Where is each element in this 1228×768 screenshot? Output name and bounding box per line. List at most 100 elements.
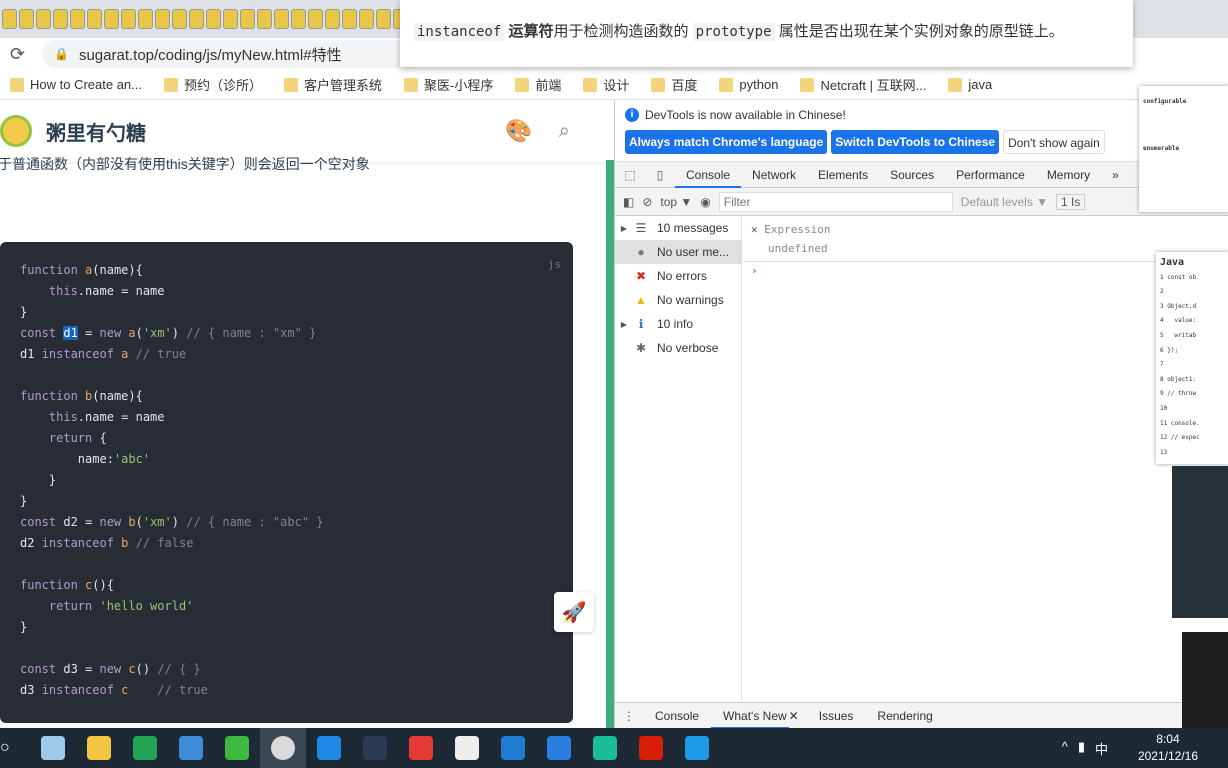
bookmarks-bar: How to Create an... 预约（诊所） 客户管理系统 聚医-小程序 前端 设… bbox=[0, 70, 1228, 100]
taskbar-app-icon[interactable] bbox=[444, 728, 490, 768]
tab-console[interactable]: Console bbox=[675, 162, 742, 188]
bookmark-item[interactable]: 设计 bbox=[583, 75, 629, 94]
tab-performance[interactable]: Performance bbox=[945, 162, 1036, 188]
page-scrollbar[interactable] bbox=[606, 160, 614, 728]
browser-tab[interactable] bbox=[342, 9, 357, 29]
console-sidebar-item[interactable]: ✖ No errors bbox=[615, 264, 741, 288]
reload-icon[interactable]: ⟳ bbox=[10, 44, 30, 65]
browser-tab[interactable] bbox=[36, 9, 51, 29]
taskbar-app-icon[interactable] bbox=[76, 728, 122, 768]
console-sidebar-item[interactable]: ▶ ☰ 10 messages bbox=[615, 216, 741, 240]
taskbar-app-icon[interactable] bbox=[214, 728, 260, 768]
drawer-tab-issues[interactable]: Issues bbox=[807, 703, 866, 729]
browser-tab[interactable] bbox=[189, 9, 204, 29]
bookmark-item[interactable]: java bbox=[948, 77, 992, 92]
taskbar-app-icon[interactable] bbox=[30, 728, 76, 768]
always-match-language-button[interactable]: Always match Chrome's language bbox=[625, 130, 828, 154]
close-icon[interactable]: ✕ bbox=[751, 223, 764, 236]
clock[interactable]: 8:04 2021/12/16 bbox=[1138, 731, 1198, 765]
tab-sources[interactable]: Sources bbox=[879, 162, 945, 188]
log-levels-dropdown[interactable]: Default levels ▼ bbox=[961, 195, 1048, 209]
palette-icon[interactable]: 🎨 bbox=[505, 118, 532, 144]
chevron-up-icon[interactable]: ^ bbox=[1062, 739, 1068, 758]
sidebar-toggle-icon[interactable]: ◧ bbox=[623, 195, 634, 209]
browser-tab[interactable] bbox=[138, 9, 153, 29]
taskbar-app-icon[interactable] bbox=[260, 728, 306, 768]
taskbar-app-icon[interactable] bbox=[536, 728, 582, 768]
browser-tab[interactable] bbox=[155, 9, 170, 29]
site-logo[interactable] bbox=[0, 115, 32, 147]
clear-console-icon[interactable]: ⊘ bbox=[642, 195, 652, 209]
network-icon[interactable]: ▮ bbox=[1078, 739, 1085, 758]
browser-tab[interactable] bbox=[359, 9, 374, 29]
eye-icon[interactable]: ◉ bbox=[700, 195, 710, 209]
browser-tab[interactable] bbox=[308, 9, 323, 29]
tab-memory[interactable]: Memory bbox=[1036, 162, 1101, 188]
taskbar-app-icon[interactable] bbox=[306, 728, 352, 768]
browser-tab[interactable] bbox=[53, 9, 68, 29]
code-token: b bbox=[128, 515, 136, 529]
taskbar-app-icon[interactable] bbox=[628, 728, 674, 768]
dont-show-again-button[interactable]: Don't show again bbox=[1003, 130, 1105, 154]
taskbar-app-icon[interactable] bbox=[122, 728, 168, 768]
console-sidebar-item[interactable]: ✱ No verbose bbox=[615, 336, 741, 360]
drawer-tab-rendering[interactable]: Rendering bbox=[865, 703, 944, 729]
more-tabs-button[interactable]: » bbox=[1101, 162, 1130, 188]
close-tab-icon[interactable]: ✕ bbox=[789, 709, 807, 723]
browser-tab[interactable] bbox=[376, 9, 391, 29]
browser-tab[interactable] bbox=[206, 9, 221, 29]
taskbar-app-icon[interactable] bbox=[582, 728, 628, 768]
context-selector[interactable]: top ▼ bbox=[660, 195, 692, 209]
inspect-element-icon[interactable]: ⬚ bbox=[615, 168, 645, 182]
browser-tab[interactable] bbox=[223, 9, 238, 29]
tab-network[interactable]: Network bbox=[741, 162, 807, 188]
browser-tab[interactable] bbox=[291, 9, 306, 29]
browser-tab[interactable] bbox=[121, 9, 136, 29]
expand-arrow-icon[interactable]: ▶ bbox=[615, 224, 633, 233]
taskbar-app-icon[interactable] bbox=[490, 728, 536, 768]
bookmark-item[interactable]: 预约（诊所） bbox=[164, 75, 262, 94]
expression-label[interactable]: Expression bbox=[764, 223, 830, 236]
browser-tab[interactable] bbox=[19, 9, 34, 29]
drawer-menu-icon[interactable]: ⋮ bbox=[615, 709, 643, 723]
taskbar-app-icon[interactable] bbox=[398, 728, 444, 768]
browser-tab[interactable] bbox=[274, 9, 289, 29]
taskbar-app-icon[interactable] bbox=[352, 728, 398, 768]
bookmark-item[interactable]: 百度 bbox=[651, 75, 697, 94]
expand-arrow-icon[interactable]: ▶ bbox=[615, 320, 633, 329]
browser-tab[interactable] bbox=[257, 9, 272, 29]
browser-tab[interactable] bbox=[70, 9, 85, 29]
browser-tab[interactable] bbox=[325, 9, 340, 29]
taskbar-app-icon[interactable] bbox=[168, 728, 214, 768]
bookmark-item[interactable]: 前端 bbox=[515, 75, 561, 94]
console-sidebar-item[interactable]: ▶ ℹ 10 info bbox=[615, 312, 741, 336]
drawer-tab-whats-new[interactable]: What's New bbox=[711, 703, 789, 729]
search-icon[interactable]: ⌕ bbox=[559, 120, 570, 143]
ime-indicator[interactable]: 中 bbox=[1095, 739, 1108, 758]
bookmark-item[interactable]: 客户管理系统 bbox=[284, 75, 382, 94]
browser-tab[interactable] bbox=[172, 9, 187, 29]
console-sidebar-item[interactable]: ● No user me... bbox=[615, 240, 741, 264]
device-toolbar-icon[interactable]: ▯ bbox=[645, 168, 675, 182]
issues-counter[interactable]: 1 Is bbox=[1056, 193, 1086, 210]
taskbar-app-icon[interactable] bbox=[674, 728, 720, 768]
console-sidebar-item[interactable]: ▲ No warnings bbox=[615, 288, 741, 312]
switch-to-chinese-button[interactable]: Switch DevTools to Chinese bbox=[831, 130, 1000, 154]
bookmark-item[interactable]: python bbox=[719, 77, 778, 92]
bookmark-item[interactable]: How to Create an... bbox=[10, 77, 142, 92]
browser-tab[interactable] bbox=[240, 9, 255, 29]
bookmark-item[interactable]: 聚医-小程序 bbox=[404, 75, 493, 94]
bookmark-item[interactable]: Netcraft | 互联网... bbox=[800, 75, 926, 94]
devtools-language-infobar: i DevTools is now available in Chinese! A… bbox=[615, 100, 1228, 162]
tab-elements[interactable]: Elements bbox=[807, 162, 879, 188]
browser-tab[interactable] bbox=[104, 9, 119, 29]
site-name[interactable]: 粥里有勺糖 bbox=[46, 117, 146, 146]
drawer-tab-console[interactable]: Console bbox=[643, 703, 711, 729]
search-icon[interactable]: ○ bbox=[0, 739, 14, 757]
url-bar[interactable]: 🔒 sugarat.top/coding/js/myNew.html#特性 bbox=[42, 40, 422, 68]
browser-tab[interactable] bbox=[87, 9, 102, 29]
browser-tab[interactable] bbox=[2, 9, 17, 29]
console-filter-input[interactable] bbox=[718, 191, 953, 212]
back-to-top-button[interactable]: 🚀 bbox=[554, 592, 594, 632]
